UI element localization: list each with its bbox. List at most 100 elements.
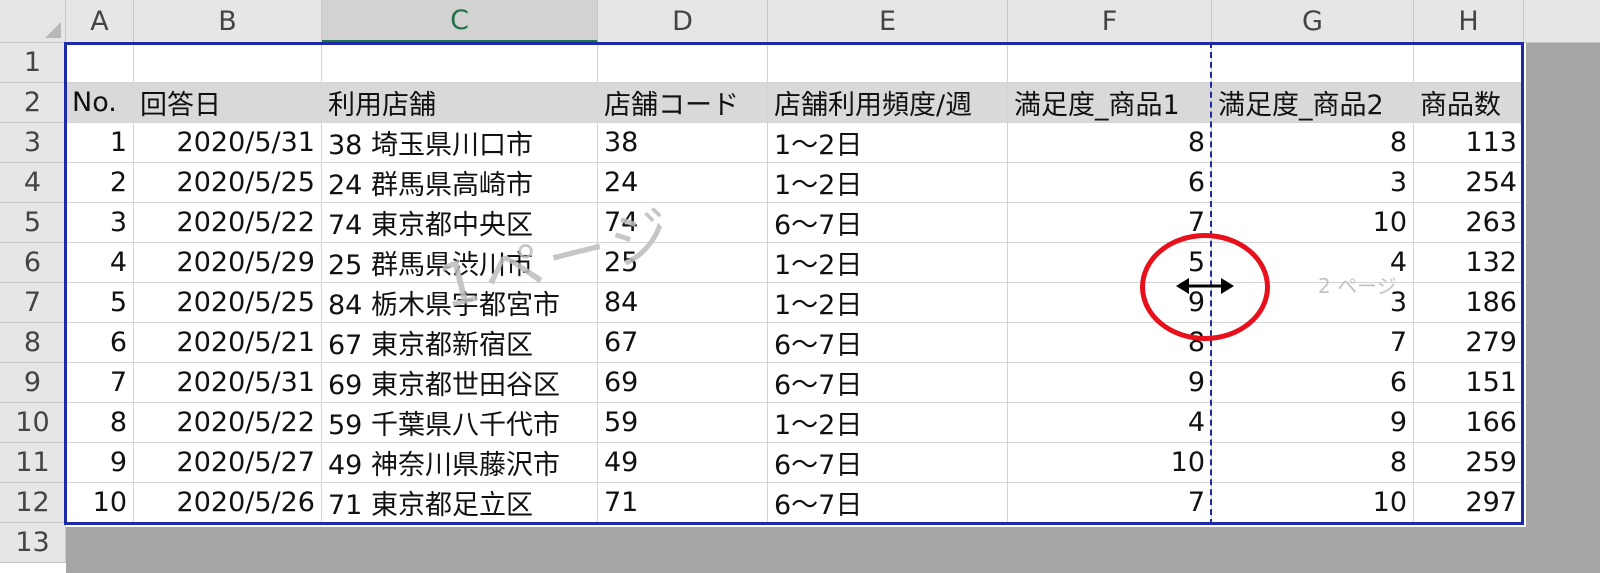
table-cell[interactable]: 297	[1414, 483, 1524, 523]
table-cell[interactable]: 6	[66, 323, 134, 363]
table-cell[interactable]: 84	[598, 283, 768, 323]
table-cell[interactable]: 69 東京都世田谷区	[322, 363, 598, 403]
table-cell[interactable]: 74 東京都中央区	[322, 203, 598, 243]
table-cell[interactable]: 2020/5/22	[134, 203, 322, 243]
table-cell[interactable]: 38	[598, 123, 768, 163]
row-header-2[interactable]: 2	[0, 83, 66, 123]
column-header-b[interactable]: B	[134, 0, 322, 43]
table-cell[interactable]: 9	[66, 443, 134, 483]
table-cell[interactable]: 279	[1414, 323, 1524, 363]
table-cell[interactable]: 69	[598, 363, 768, 403]
table-cell[interactable]	[1008, 43, 1212, 83]
table-cell[interactable]: 3	[1212, 283, 1414, 323]
table-cell[interactable]: 6～7日	[768, 443, 1008, 483]
table-cell[interactable]: 10	[1212, 203, 1414, 243]
table-cell[interactable]: 10	[1008, 443, 1212, 483]
table-cell[interactable]: 25	[598, 243, 768, 283]
row-header-9[interactable]: 9	[0, 363, 66, 403]
table-cell[interactable]: 1～2日	[768, 283, 1008, 323]
row-header-4[interactable]: 4	[0, 163, 66, 203]
table-cell[interactable]: 166	[1414, 403, 1524, 443]
table-cell[interactable]: 3	[66, 203, 134, 243]
table-cell[interactable]: 59	[598, 403, 768, 443]
table-cell[interactable]: 71 東京都足立区	[322, 483, 598, 523]
header-cell[interactable]: 満足度_商品2	[1212, 83, 1414, 123]
column-header-g[interactable]: G	[1212, 0, 1414, 43]
select-all-corner[interactable]	[0, 0, 66, 43]
table-cell[interactable]: 2020/5/25	[134, 163, 322, 203]
table-cell[interactable]: 1	[66, 123, 134, 163]
table-cell[interactable]: 8	[1008, 323, 1212, 363]
table-cell[interactable]	[66, 43, 134, 83]
table-cell[interactable]: 49 神奈川県藤沢市	[322, 443, 598, 483]
table-cell[interactable]: 6	[1008, 163, 1212, 203]
table-cell[interactable]: 1～2日	[768, 163, 1008, 203]
header-cell[interactable]: 店舗利用頻度/週	[768, 83, 1008, 123]
table-cell[interactable]: 84 栃木県宇都宮市	[322, 283, 598, 323]
row-header-1[interactable]: 1	[0, 43, 66, 83]
table-cell[interactable]	[768, 43, 1008, 83]
table-cell[interactable]: 7	[1008, 483, 1212, 523]
table-cell[interactable]: 7	[1212, 323, 1414, 363]
column-header-c[interactable]: C	[322, 0, 598, 43]
table-cell[interactable]: 2020/5/29	[134, 243, 322, 283]
table-cell[interactable]: 7	[66, 363, 134, 403]
header-cell[interactable]: 店舗コード	[598, 83, 768, 123]
column-header-f[interactable]: F	[1008, 0, 1212, 43]
row-header-11[interactable]: 11	[0, 443, 66, 483]
table-cell[interactable]: 6～7日	[768, 483, 1008, 523]
table-cell[interactable]: 186	[1414, 283, 1524, 323]
table-cell[interactable]: 9	[1212, 403, 1414, 443]
row-header-7[interactable]: 7	[0, 283, 66, 323]
header-cell[interactable]: 満足度_商品1	[1008, 83, 1212, 123]
table-cell[interactable]: 2020/5/27	[134, 443, 322, 483]
table-cell[interactable]	[1414, 43, 1524, 83]
table-cell[interactable]: 5	[66, 283, 134, 323]
table-cell[interactable]: 1～2日	[768, 123, 1008, 163]
table-cell[interactable]: 6	[1212, 363, 1414, 403]
table-cell[interactable]: 24 群馬県高崎市	[322, 163, 598, 203]
table-cell[interactable]: 49	[598, 443, 768, 483]
table-cell[interactable]: 113	[1414, 123, 1524, 163]
row-header-8[interactable]: 8	[0, 323, 66, 363]
table-cell[interactable]: 2020/5/21	[134, 323, 322, 363]
row-header-12[interactable]: 12	[0, 483, 66, 523]
table-cell[interactable]: 7	[1008, 203, 1212, 243]
table-cell[interactable]: 3	[1212, 163, 1414, 203]
table-cell[interactable]: 2	[66, 163, 134, 203]
table-cell[interactable]: 2020/5/31	[134, 363, 322, 403]
column-header-d[interactable]: D	[598, 0, 768, 43]
table-cell[interactable]: 1～2日	[768, 403, 1008, 443]
table-cell[interactable]: 8	[1212, 123, 1414, 163]
table-cell[interactable]: 67 東京都新宿区	[322, 323, 598, 363]
table-cell[interactable]: 24	[598, 163, 768, 203]
table-cell[interactable]: 8	[1008, 123, 1212, 163]
row-header-13[interactable]: 13	[0, 523, 66, 563]
table-cell[interactable]: 67	[598, 323, 768, 363]
table-cell[interactable]: 4	[1212, 243, 1414, 283]
table-cell[interactable]: 259	[1414, 443, 1524, 483]
row-header-5[interactable]: 5	[0, 203, 66, 243]
table-cell[interactable]: 10	[1212, 483, 1414, 523]
header-cell[interactable]: 商品数	[1414, 83, 1524, 123]
row-header-6[interactable]: 6	[0, 243, 66, 283]
table-cell[interactable]: 132	[1414, 243, 1524, 283]
table-cell[interactable]: 38 埼玉県川口市	[322, 123, 598, 163]
table-cell[interactable]: 151	[1414, 363, 1524, 403]
table-cell[interactable]	[1212, 43, 1414, 83]
table-cell[interactable]: 263	[1414, 203, 1524, 243]
table-cell[interactable]: 71	[598, 483, 768, 523]
table-cell[interactable]	[322, 43, 598, 83]
table-cell[interactable]: 2020/5/31	[134, 123, 322, 163]
column-header-a[interactable]: A	[66, 0, 134, 43]
column-header-e[interactable]: E	[768, 0, 1008, 43]
table-cell[interactable]: 4	[66, 243, 134, 283]
table-cell[interactable]: 2020/5/22	[134, 403, 322, 443]
table-cell[interactable]: 9	[1008, 363, 1212, 403]
header-cell[interactable]: No.	[66, 83, 134, 123]
row-header-10[interactable]: 10	[0, 403, 66, 443]
table-cell[interactable]: 74	[598, 203, 768, 243]
table-cell[interactable]: 8	[1212, 443, 1414, 483]
table-cell[interactable]: 6～7日	[768, 203, 1008, 243]
table-cell[interactable]: 59 千葉県八千代市	[322, 403, 598, 443]
